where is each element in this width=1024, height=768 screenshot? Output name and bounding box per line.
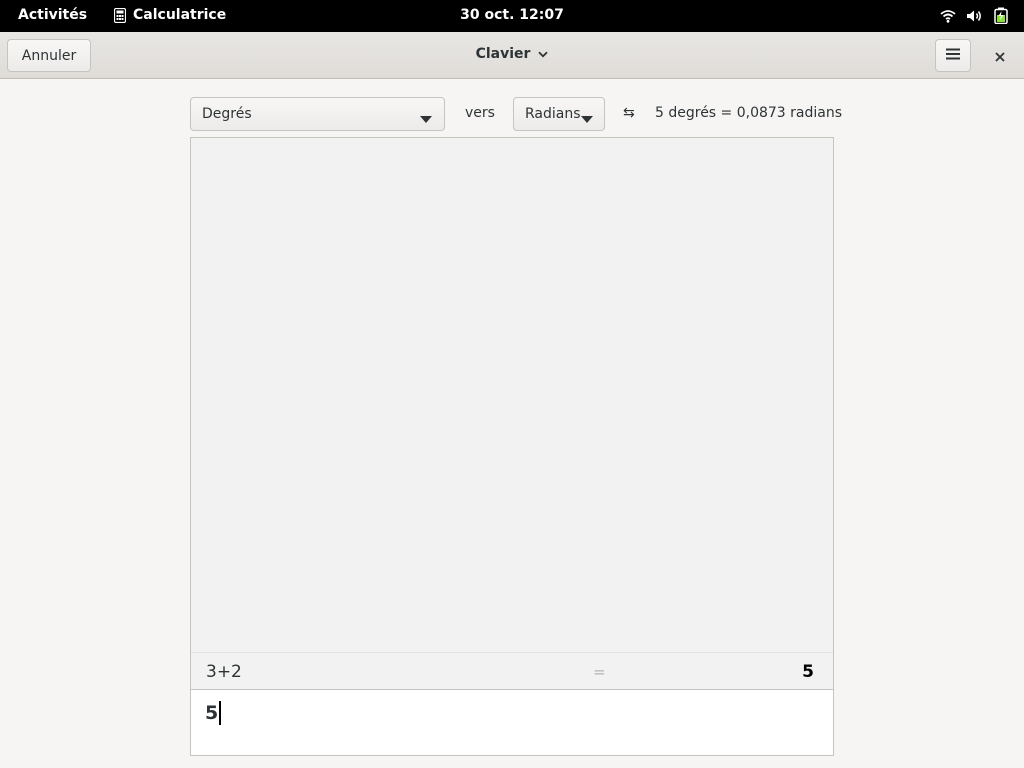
system-tray[interactable] [940,7,1008,24]
dropdown-arrow-icon [420,111,432,127]
dropdown-arrow-icon [581,111,593,127]
wifi-icon [940,9,956,23]
volume-icon [966,9,984,23]
to-word: vers [465,105,495,121]
to-unit-label: Radians [525,106,581,122]
top-bar: Activités Calculatrice 30 oct. 12:07 [0,0,1024,32]
conversion-bar: Degrés vers Radians ⇆ 5 degrés = 0,0873 … [190,97,842,131]
mode-title: Clavier [0,46,1024,62]
header-bar: Annuler Clavier [0,32,1024,79]
clock[interactable]: 30 oct. 12:07 [0,7,1024,23]
battery-icon [994,7,1008,24]
expression-entry[interactable]: 5 [191,689,833,755]
history-area[interactable] [191,138,833,652]
history-row[interactable]: 3+2 = 5 [191,652,833,689]
entry-value: 5 [205,702,219,724]
close-icon [995,47,1005,66]
hamburger-menu-icon [946,48,960,64]
from-unit-label: Degrés [202,106,252,122]
close-button[interactable] [988,45,1012,67]
mode-title-label: Clavier [475,46,531,62]
chevron-down-icon [538,46,549,62]
to-unit-combo[interactable]: Radians [513,97,605,131]
conversion-result: 5 degrés = 0,0873 radians [655,105,843,121]
history-value: 5 [802,662,814,682]
menu-button[interactable] [935,39,971,72]
text-cursor [219,701,222,725]
from-unit-combo[interactable]: Degrés [190,97,445,131]
calculator-display: 3+2 = 5 5 [190,137,834,756]
entry-text-container: 5 [205,701,222,725]
history-equals: = [593,663,606,681]
mode-selector[interactable]: Clavier [476,46,549,62]
swap-units-button[interactable]: ⇆ [623,105,635,121]
history-expression: 3+2 [206,662,242,682]
